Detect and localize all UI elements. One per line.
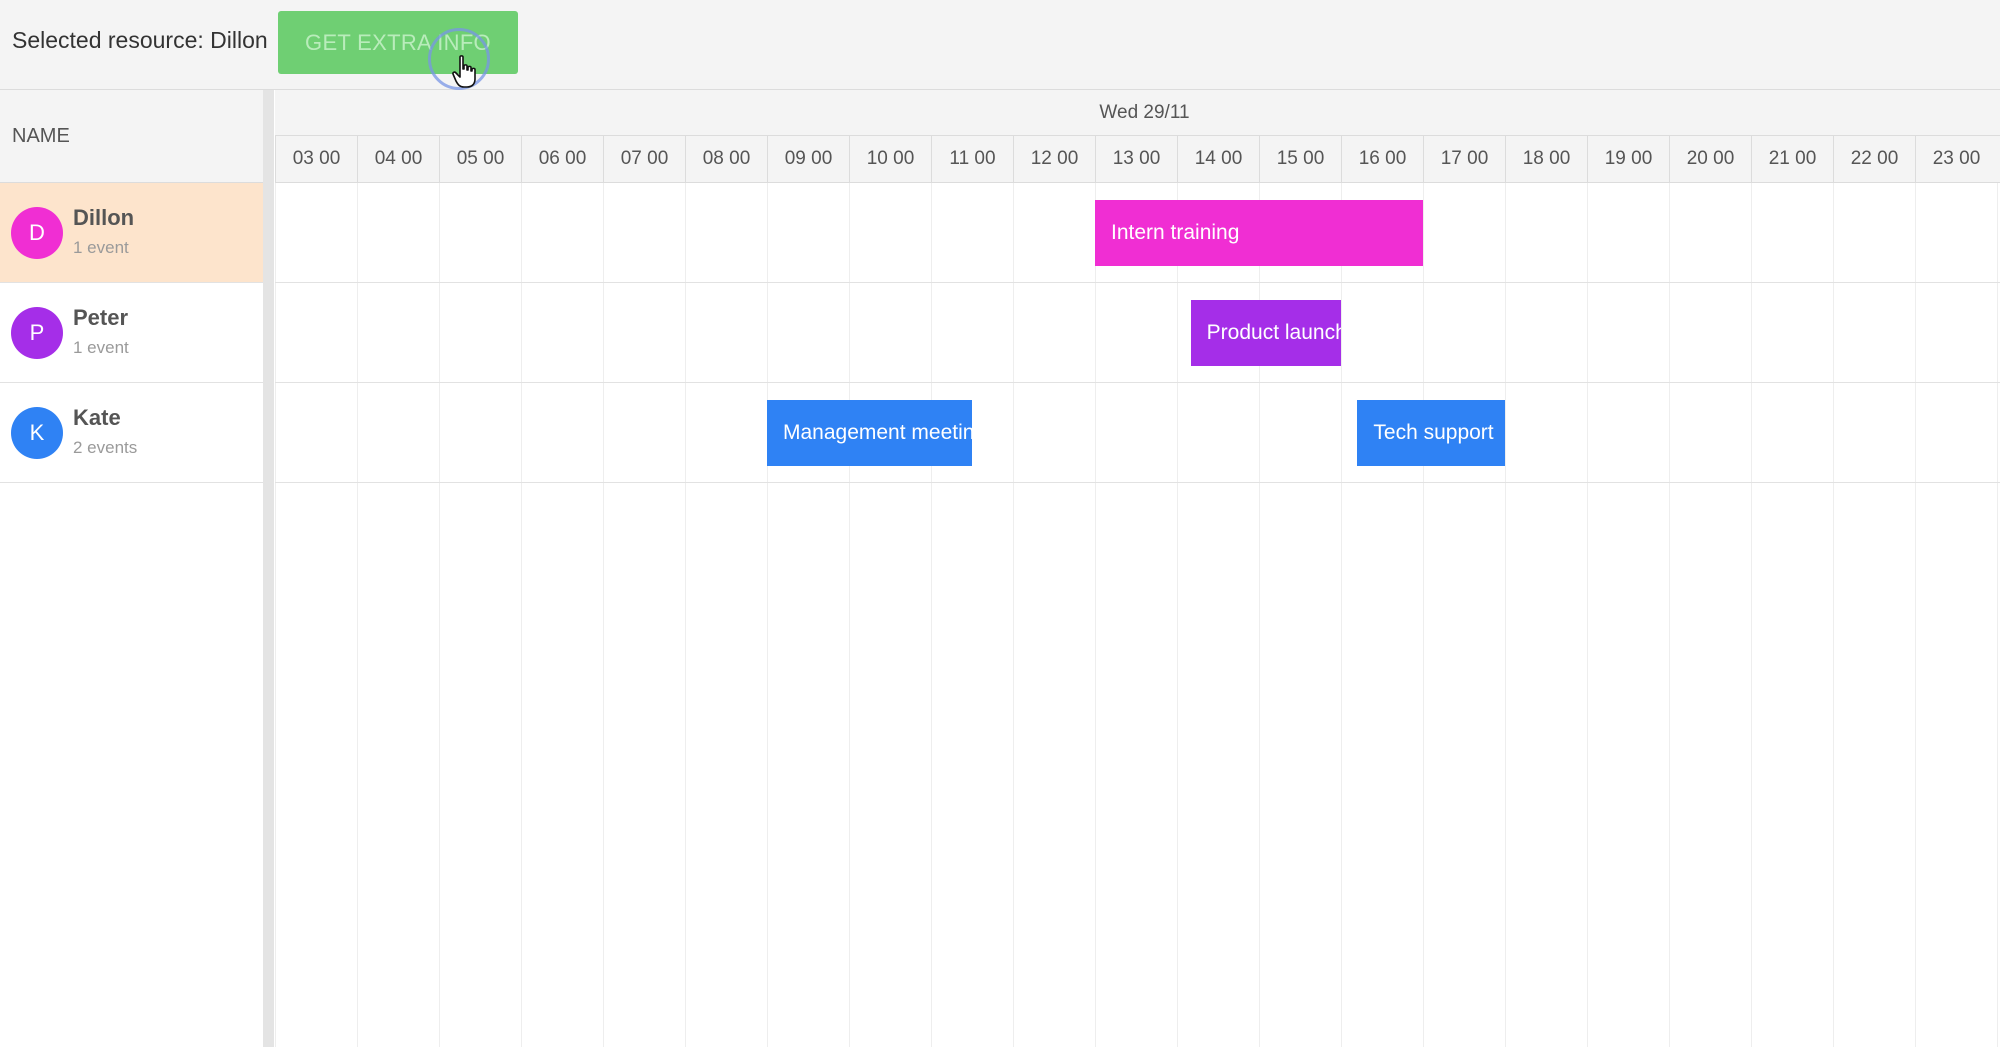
grid-column-line <box>1423 183 1424 1047</box>
date-header-label: Wed 29/11 <box>1099 102 1190 123</box>
hour-header-cell: 12 00 <box>1013 136 1095 182</box>
hour-header-cell: 08 00 <box>685 136 767 182</box>
hour-header-cell: 03 00 <box>275 136 357 182</box>
grid-column-line <box>521 183 522 1047</box>
timeline-grid[interactable]: Intern training Product launch Management … <box>275 183 2000 1047</box>
hour-header-cell: 05 00 <box>439 136 521 182</box>
hour-header-cell: 11 00 <box>931 136 1013 182</box>
hour-header-cell: 22 00 <box>1833 136 1915 182</box>
hour-header-cell: 07 00 <box>603 136 685 182</box>
hour-header-cell: 13 00 <box>1095 136 1177 182</box>
date-header: Wed 29/11 <box>275 90 2000 136</box>
resource-name: Kate <box>73 405 121 430</box>
resource-row-dillon[interactable]: D Dillon 1 event <box>0 183 263 283</box>
grid-column-line <box>767 183 768 1047</box>
grid-column-line <box>1915 183 1916 1047</box>
grid-column-line <box>357 183 358 1047</box>
event-management-meeting[interactable]: Management meeting <box>767 400 972 466</box>
grid-column-line <box>1095 183 1096 1047</box>
hour-header-cell: 23 00 <box>1915 136 1997 182</box>
event-product-launch[interactable]: Product launch <box>1190 300 1341 366</box>
avatar: D <box>11 207 63 259</box>
grid-column-line <box>1505 183 1506 1047</box>
resource-column-header-label: NAME <box>12 125 70 147</box>
grid-column-line <box>1587 183 1588 1047</box>
resource-list: D Dillon 1 event P Peter 1 event K Kate 2 events <box>0 183 263 483</box>
resource-event-count: 1 event <box>73 238 129 257</box>
hour-header-cell: 06 00 <box>521 136 603 182</box>
grid-column-line <box>1833 183 1834 1047</box>
grid-column-line <box>1751 183 1752 1047</box>
timeline: Wed 29/11 03 00 04 00 05 00 06 00 07 00 08 00… <box>275 90 2000 1047</box>
grid-row-line <box>275 482 2000 483</box>
hour-header-cell: 15 00 <box>1259 136 1341 182</box>
avatar: P <box>11 307 63 359</box>
resource-event-count: 2 events <box>73 438 138 457</box>
hour-header-cell: 14 00 <box>1177 136 1259 182</box>
hour-header-cell: 10 00 <box>849 136 931 182</box>
grid-column-line <box>439 183 440 1047</box>
event-tech-support[interactable]: Tech support <box>1357 400 1505 466</box>
column-splitter[interactable] <box>263 90 274 1047</box>
grid-column-line <box>1997 183 1998 1047</box>
hour-header-cell: 04 00 <box>357 136 439 182</box>
avatar: K <box>11 407 63 459</box>
grid-column-line <box>685 183 686 1047</box>
resource-name: Peter <box>73 305 129 330</box>
resource-row-peter[interactable]: P Peter 1 event <box>0 283 263 383</box>
resource-row-kate[interactable]: K Kate 2 events <box>0 383 263 483</box>
hour-header-cell: 17 00 <box>1423 136 1505 182</box>
hour-header-cell: 09 00 <box>767 136 849 182</box>
event-intern-training[interactable]: Intern training <box>1095 200 1423 266</box>
resource-event-count: 1 event <box>73 338 129 357</box>
grid-column-line <box>1013 183 1014 1047</box>
grid-row-line <box>275 282 2000 283</box>
grid-column-line <box>1177 183 1178 1047</box>
grid-column-line <box>849 183 850 1047</box>
hour-header-cell: 16 00 <box>1341 136 1423 182</box>
grid-row-line <box>275 382 2000 383</box>
hour-header-row: 03 00 04 00 05 00 06 00 07 00 08 00 09 00 10 00… <box>275 136 2000 183</box>
resource-column-header: NAME <box>0 90 263 183</box>
grid-column-line <box>1341 183 1342 1047</box>
hour-header-cell: 19 00 <box>1587 136 1669 182</box>
resource-name: Dillon <box>73 205 135 230</box>
grid-column-line <box>275 183 276 1047</box>
selected-resource-label: Selected resource: Dillon <box>12 27 268 53</box>
hour-header-cell: 20 00 <box>1669 136 1751 182</box>
hour-header-cell: 21 00 <box>1751 136 1833 182</box>
hour-header-cell: 18 00 <box>1505 136 1587 182</box>
grid-column-line <box>603 183 604 1047</box>
toolbar: Selected resource: Dillon GET EXTRA INFO <box>0 0 2000 90</box>
grid-column-line <box>931 183 932 1047</box>
hand-cursor-icon <box>452 55 476 88</box>
scheduler: NAME D Dillon 1 event P Peter 1 event K Kate 2 e… <box>0 90 2000 1047</box>
grid-column-line <box>1669 183 1670 1047</box>
